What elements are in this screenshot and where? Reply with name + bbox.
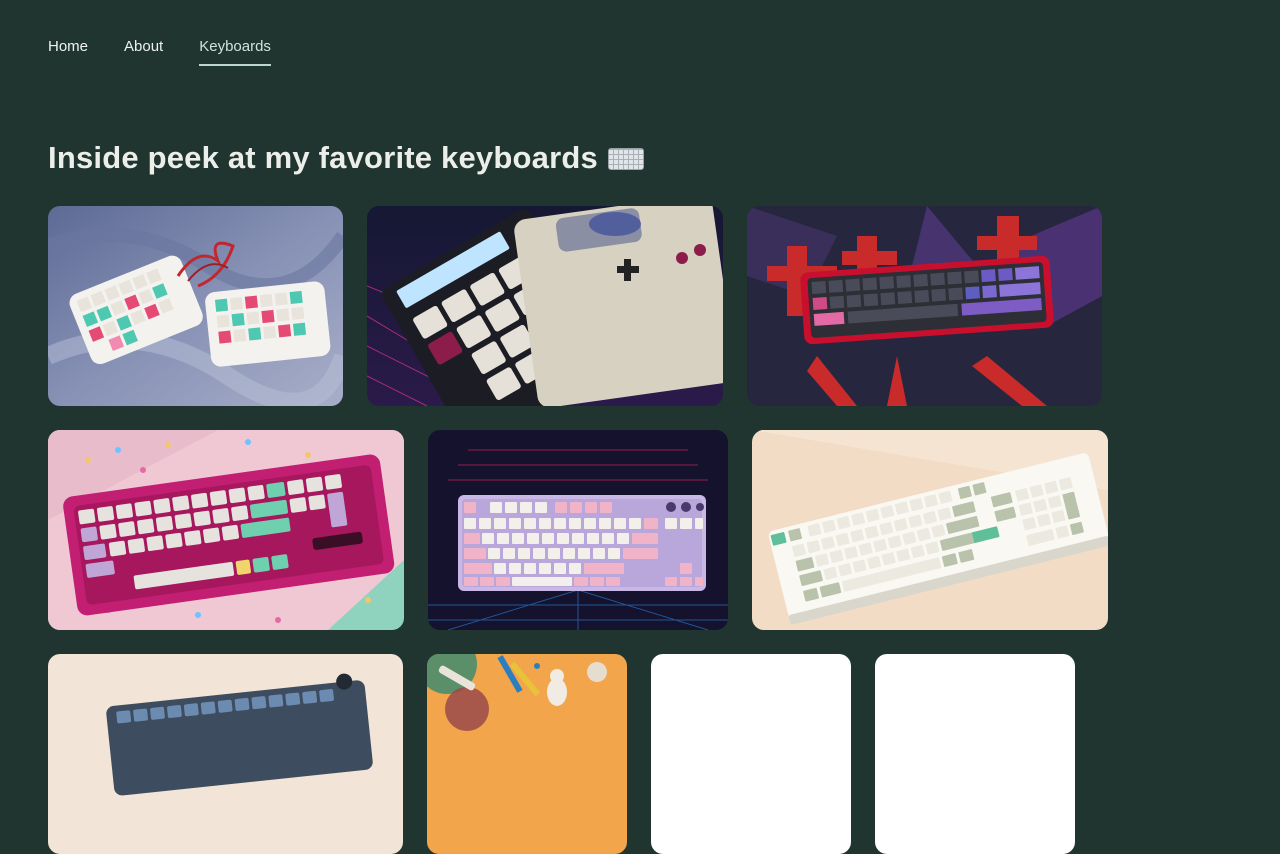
placeholder-photo-1[interactable] xyxy=(651,654,851,854)
split-ergo-keyboard-photo[interactable] xyxy=(48,206,343,406)
placeholder-photo-2[interactable] xyxy=(875,654,1075,854)
red-keyboard-art-photo[interactable] xyxy=(747,206,1102,406)
keyboard-emoji-icon xyxy=(607,148,644,170)
nav-about-link[interactable]: About xyxy=(124,37,163,66)
page-title-text: Inside peek at my favorite keyboards xyxy=(48,140,598,175)
numpad-and-gameboy-photo[interactable] xyxy=(367,206,723,406)
lavender-tkl-keyboard-photo[interactable] xyxy=(428,430,728,630)
white-green-fullsize-keyboard-photo[interactable] xyxy=(752,430,1108,630)
art-supplies-photo[interactable] xyxy=(427,654,627,854)
page-title: Inside peek at my favorite keyboards xyxy=(48,140,644,176)
pink-keyboard-on-mint-photo[interactable] xyxy=(48,430,404,630)
nav-home-link[interactable]: Home xyxy=(48,37,88,66)
nav-keyboards-link[interactable]: Keyboards xyxy=(199,37,271,66)
main-nav: Home About Keyboards xyxy=(48,37,271,66)
blue-keyboard-photo[interactable] xyxy=(48,654,403,854)
